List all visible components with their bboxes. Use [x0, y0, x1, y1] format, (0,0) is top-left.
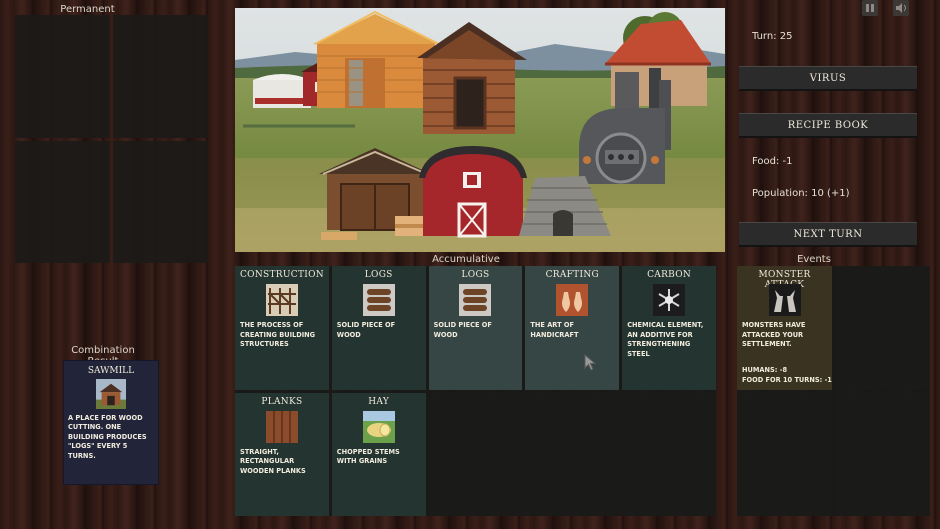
carbon-icon: [653, 284, 686, 316]
settlement-scene: [235, 8, 725, 252]
card-description: Straight, rectangular wooden planks: [240, 447, 306, 475]
permanent-slot[interactable]: [15, 15, 110, 138]
virus-button[interactable]: VIRUS: [739, 66, 917, 91]
permanent-slot[interactable]: [113, 15, 208, 138]
planks-icon: [265, 410, 298, 443]
card-logs-selected[interactable]: LOGS Solid piece of wood: [428, 266, 523, 390]
event-humans-stat: Humans: -8: [742, 366, 788, 374]
card-title: LOGS: [461, 270, 490, 280]
next-turn-button[interactable]: NEXT TURN: [739, 222, 917, 247]
logs-icon: [362, 284, 395, 316]
turn-counter: Turn: 25: [752, 31, 793, 42]
empty-slot[interactable]: [622, 392, 716, 516]
scaffold-icon: [265, 284, 298, 316]
card-carbon[interactable]: CARBON Chemical element, an additive for…: [622, 266, 716, 390]
card-hay[interactable]: HAY Chopped stems with grains: [331, 392, 426, 516]
card-description: Chopped stems with grains: [336, 447, 400, 466]
card-description: A place for wood cutting. One building p…: [68, 414, 147, 460]
empty-slot[interactable]: [428, 392, 523, 516]
sound-icon[interactable]: [893, 0, 909, 16]
accumulative-grid: CONSTRUCTION The process of creating bui…: [235, 266, 716, 516]
empty-slot[interactable]: [835, 392, 930, 516]
card-description: The art of handicraft: [530, 321, 579, 339]
hay-icon: [362, 410, 395, 443]
card-description: Chemical element, an additive for streng…: [627, 321, 704, 358]
events-label: Events: [797, 254, 831, 265]
card-title: CONSTRUCTION: [240, 270, 324, 280]
card-crafting[interactable]: CRAFTING The art of handicraft: [525, 266, 620, 390]
card-description: Monsters have attacked your settlement.: [742, 321, 806, 348]
event-food-stat: Food for 10 turns: -1: [742, 376, 832, 384]
recipe-book-button[interactable]: RECIPE BOOK: [739, 113, 917, 138]
card-construction[interactable]: CONSTRUCTION The process of creating bui…: [235, 266, 329, 390]
card-description: Solid piece of wood: [433, 321, 492, 339]
food-readout: Food: -1: [752, 156, 793, 167]
empty-slot[interactable]: [835, 266, 930, 390]
card-title: PLANKS: [261, 396, 303, 407]
vases-icon: [556, 284, 589, 316]
card-title: SAWMILL: [87, 366, 135, 376]
logs-icon: [459, 284, 492, 316]
card-title: LOGS: [364, 270, 393, 280]
card-title: CRAFTING: [545, 270, 599, 280]
empty-slot[interactable]: [525, 392, 620, 516]
permanent-slot[interactable]: [113, 140, 208, 263]
card-monster-attack[interactable]: MONSTER ATTACK Monsters have attacked yo…: [737, 266, 832, 390]
card-title: CARBON: [647, 270, 692, 280]
card-planks[interactable]: PLANKS Straight, rectangular wooden plan…: [235, 392, 329, 516]
pause-icon[interactable]: [862, 0, 878, 16]
mouse-cursor-icon: [584, 354, 597, 371]
monster-icon: [768, 284, 801, 316]
card-description: Solid piece of wood: [336, 321, 396, 339]
permanent-label: Permanent: [60, 4, 115, 15]
accumulative-label: Accumulative: [432, 254, 500, 265]
card-title: HAY: [368, 396, 390, 407]
card-title: MONSTER ATTACK: [758, 270, 811, 290]
card-sawmill[interactable]: SAWMILL A place for wood cutting. One bu…: [63, 360, 159, 485]
empty-slot[interactable]: [737, 392, 832, 516]
permanent-grid: [15, 15, 208, 263]
permanent-slot[interactable]: [15, 140, 110, 263]
card-logs[interactable]: LOGS Solid piece of wood: [331, 266, 426, 390]
events-grid: MONSTER ATTACK Monsters have attacked yo…: [737, 266, 930, 516]
sawmill-icon: [96, 379, 126, 409]
card-description: The process of creating building structu…: [240, 321, 316, 348]
population-readout: Population: 10 (+1): [752, 188, 850, 199]
